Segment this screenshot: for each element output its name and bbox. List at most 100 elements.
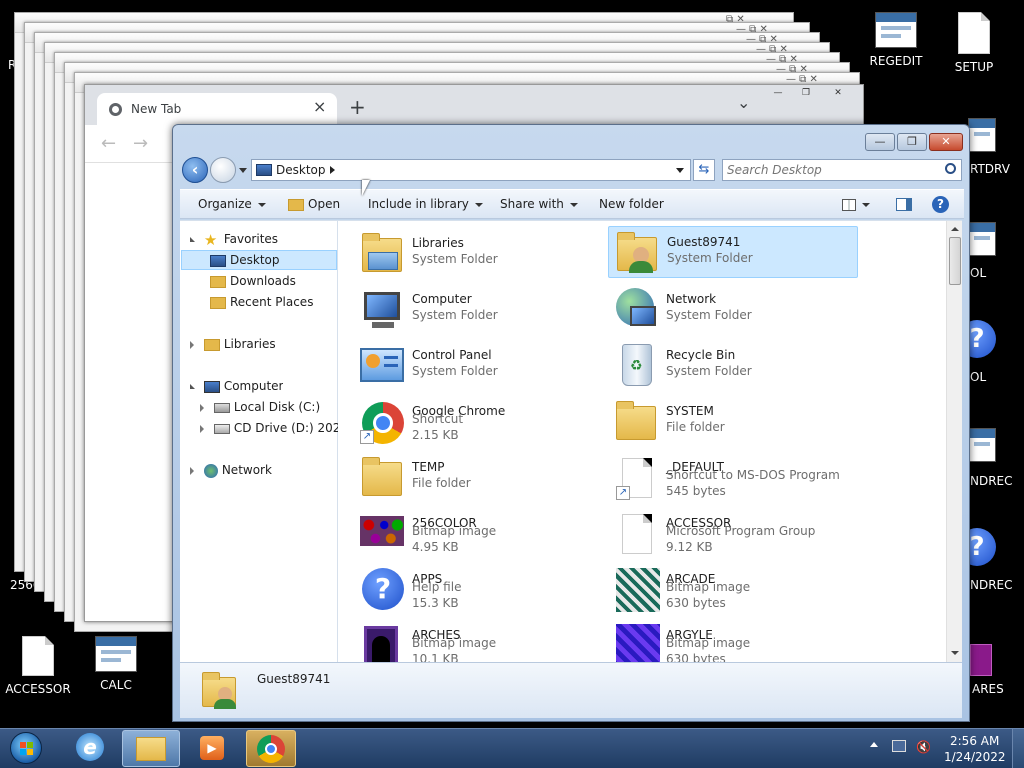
- show-hidden-icons-icon[interactable]: [870, 742, 878, 747]
- desktop-icon-calc[interactable]: CALC: [80, 636, 152, 692]
- clock-time[interactable]: 2:56 AM: [950, 734, 999, 748]
- expanded-arrow-icon[interactable]: [190, 384, 195, 389]
- nav-favorites[interactable]: ★ Favorites: [190, 229, 278, 249]
- chrome-tab[interactable]: New Tab ×: [97, 93, 337, 125]
- chrome-new-tab-button[interactable]: +: [349, 95, 366, 119]
- nav-network[interactable]: Network: [190, 460, 272, 480]
- include-in-library-menu[interactable]: Include in library: [368, 195, 483, 213]
- forward-button[interactable]: [210, 157, 236, 183]
- share-with-menu[interactable]: Share with: [500, 195, 578, 213]
- nav-computer[interactable]: Computer: [190, 376, 283, 396]
- collapsed-arrow-icon[interactable]: [190, 466, 194, 475]
- preview-pane-button[interactable]: [896, 195, 912, 213]
- file-item-google-chrome[interactable]: ↗ Google Chrome Shortcut 2.15 KB: [354, 396, 604, 448]
- chrome-icon: ↗: [358, 398, 404, 444]
- breadcrumb-arrow-icon[interactable]: [330, 166, 335, 174]
- file-item-arcade[interactable]: ARCADE Bitmap image 630 bytes: [608, 564, 858, 616]
- refresh-icon: ⇆: [698, 162, 710, 177]
- user-folder-icon: [202, 671, 238, 711]
- file-item-computer[interactable]: Computer System Folder: [354, 284, 604, 336]
- libraries-icon: [136, 737, 166, 761]
- search-box[interactable]: [722, 159, 962, 181]
- desktop-icon-setup[interactable]: SETUP: [938, 12, 1010, 74]
- file-item-control-panel[interactable]: Control Panel System Folder: [354, 340, 604, 392]
- nav-libraries[interactable]: Libraries: [190, 334, 276, 354]
- dos-shortcut-icon: ↗: [612, 454, 658, 500]
- taskbar-explorer-button[interactable]: [122, 730, 180, 767]
- desktop-icon-accessor[interactable]: ACCESSOR: [2, 636, 74, 696]
- details-pane: Guest89741: [180, 662, 962, 718]
- archive-icon[interactable]: [970, 644, 992, 676]
- collapsed-arrow-icon[interactable]: [200, 403, 204, 412]
- new-folder-button[interactable]: New folder: [599, 195, 664, 213]
- media-player-icon: ▶: [200, 736, 224, 760]
- address-location[interactable]: Desktop: [276, 163, 326, 177]
- start-button[interactable]: [4, 728, 50, 768]
- search-icon[interactable]: [945, 163, 956, 174]
- expanded-arrow-icon[interactable]: [190, 237, 195, 242]
- open-button[interactable]: Open: [288, 195, 340, 213]
- address-dropdown-icon[interactable]: [676, 168, 684, 173]
- nav-local-disk[interactable]: Local Disk (C:): [200, 397, 320, 417]
- folder-icon: [612, 398, 658, 444]
- file-item-libraries[interactable]: Libraries System Folder: [354, 228, 604, 280]
- nav-downloads[interactable]: Downloads: [210, 271, 296, 291]
- volume-muted-icon[interactable]: 🔇: [916, 740, 931, 754]
- search-input[interactable]: [727, 162, 937, 178]
- taskbar-chrome-button[interactable]: [246, 730, 296, 767]
- window-icon[interactable]: [968, 222, 996, 256]
- file-item-guest89741[interactable]: Guest89741 System Folder: [608, 226, 858, 278]
- file-item-256color[interactable]: 256COLOR Bitmap image 4.95 KB: [354, 508, 604, 560]
- network-tray-icon[interactable]: [892, 740, 906, 752]
- desktop-location-icon: [256, 164, 272, 176]
- desktop-icon-regedit[interactable]: REGEDIT: [860, 12, 932, 68]
- chrome-tab-close-icon[interactable]: ×: [313, 97, 326, 116]
- chrome-forward-icon[interactable]: →: [133, 133, 148, 154]
- close-button[interactable]: ✕: [929, 133, 963, 151]
- network-icon: [612, 286, 658, 332]
- taskbar-media-player-button[interactable]: ▶: [186, 728, 238, 768]
- file-item-system[interactable]: SYSTEM File folder: [608, 396, 858, 448]
- collapsed-arrow-icon[interactable]: [200, 424, 204, 433]
- desktop-icon-label-partial: ARES: [972, 682, 1004, 696]
- file-item-arches[interactable]: ARCHES Bitmap image 10.1 KB: [354, 620, 604, 662]
- nav-recent-places[interactable]: Recent Places: [210, 292, 313, 312]
- minimize-button[interactable]: —: [865, 133, 895, 151]
- document-icon: [958, 12, 990, 54]
- clock-date[interactable]: 1/24/2022: [944, 750, 1006, 764]
- scrollbar-thumb[interactable]: [949, 237, 961, 285]
- vertical-scrollbar[interactable]: [946, 221, 962, 662]
- windows-logo-icon: [10, 732, 42, 764]
- file-item-recycle-bin[interactable]: ♻ Recycle Bin System Folder: [608, 340, 858, 392]
- file-item-accessor[interactable]: ACCESSOR Microsoft Program Group 9.12 KB: [608, 508, 858, 560]
- nav-cd-drive[interactable]: CD Drive (D:) 202009: [200, 418, 338, 438]
- back-button[interactable]: ‹: [182, 157, 208, 183]
- file-item-temp[interactable]: TEMP File folder: [354, 452, 604, 504]
- recycle-bin-icon: ♻: [612, 342, 658, 388]
- chrome-back-icon[interactable]: ←: [101, 133, 116, 154]
- file-item-argyle[interactable]: ARGYLE Bitmap image 630 bytes: [608, 620, 858, 662]
- view-icon: [842, 198, 856, 211]
- collapsed-arrow-icon[interactable]: [190, 340, 194, 349]
- view-options-button[interactable]: [842, 195, 870, 213]
- scroll-down-icon[interactable]: [951, 651, 959, 655]
- document-icon: [612, 510, 658, 556]
- file-item-network[interactable]: Network System Folder: [608, 284, 858, 336]
- maximize-button[interactable]: ❐: [897, 133, 927, 151]
- navigation-pane[interactable]: ★ Favorites Desktop Downloads Recent Plac…: [180, 220, 338, 662]
- nav-desktop[interactable]: Desktop: [181, 250, 337, 270]
- window-icon[interactable]: [968, 428, 996, 462]
- recent-pages-chevron-icon[interactable]: [239, 168, 247, 173]
- scroll-up-icon[interactable]: [951, 227, 959, 231]
- show-desktop-button[interactable]: [1012, 729, 1024, 768]
- file-item-default[interactable]: ↗ _DEFAULT Shortcut to MS-DOS Program 54…: [608, 452, 858, 504]
- refresh-button[interactable]: ⇆: [693, 159, 715, 181]
- address-bar[interactable]: Desktop: [251, 159, 691, 181]
- organize-menu[interactable]: Organize: [198, 195, 266, 213]
- taskbar-ie-button[interactable]: e: [64, 728, 116, 768]
- chrome-favicon-icon: [109, 103, 122, 116]
- help-button[interactable]: ?: [932, 195, 949, 213]
- window-icon[interactable]: [968, 118, 996, 152]
- file-item-apps[interactable]: ? APPS Help file 15.3 KB: [354, 564, 604, 616]
- preview-pane-icon: [896, 198, 912, 211]
